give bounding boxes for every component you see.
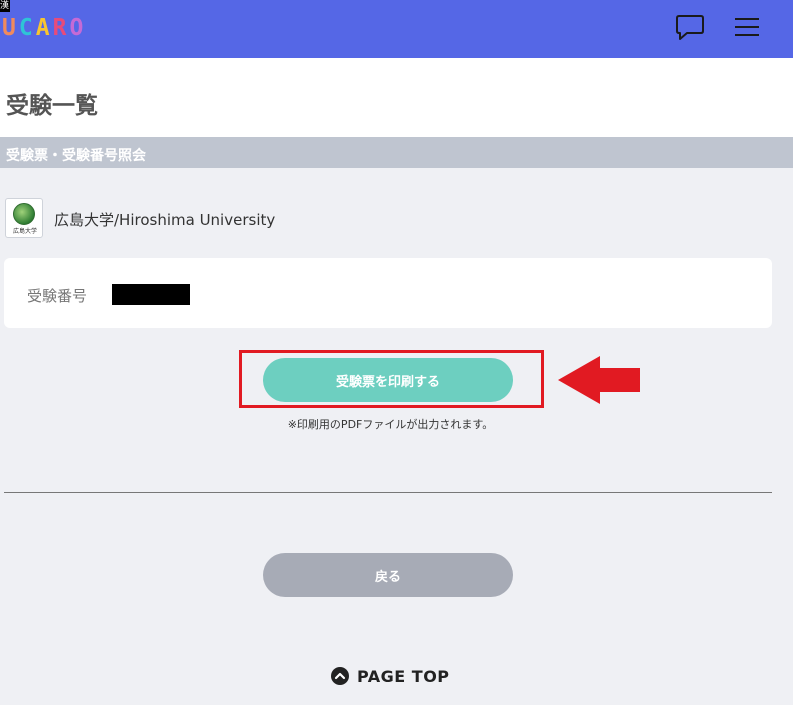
chat-icon[interactable] [674, 12, 706, 42]
page-top-label: PAGE TOP [357, 666, 450, 686]
red-arrow-icon [558, 356, 640, 404]
exam-number-value-redacted [112, 284, 190, 305]
back-button[interactable]: 戻る [263, 553, 513, 597]
divider [4, 492, 772, 493]
university-logo-caption: 広島大学 [12, 228, 37, 235]
university-emblem-icon [13, 203, 35, 225]
university-logo: 広島大学 [5, 198, 43, 238]
university-name: 広島大学/Hiroshima University [54, 211, 276, 229]
hamburger-menu-icon[interactable] [732, 14, 762, 40]
logo-letter: A [35, 15, 51, 41]
print-note: ※印刷用のPDFファイルが出力されます。 [0, 416, 793, 432]
app-header: 漢 UCARO [0, 0, 793, 58]
exam-number-card: 受験番号 [4, 258, 772, 328]
logo-letter: U [2, 15, 17, 41]
logo-letter: O [69, 15, 85, 41]
print-ticket-button[interactable]: 受験票を印刷する [263, 358, 513, 402]
page-title: 受験一覧 [6, 93, 98, 119]
page-top-link[interactable]: PAGE TOP [331, 665, 450, 687]
ucaro-logo[interactable]: UCARO [2, 16, 84, 40]
logo-letter: C [18, 15, 34, 41]
section-header: 受験票・受験番号照会 [0, 137, 793, 168]
title-bar: 受験一覧 [0, 58, 793, 137]
chevron-up-icon [331, 667, 349, 685]
corner-tag: 漢 [0, 0, 10, 12]
logo-letter: R [52, 15, 68, 41]
section-title: 受験票・受験番号照会 [6, 148, 146, 164]
exam-number-label: 受験番号 [27, 287, 88, 305]
print-note-text: ※印刷用のPDFファイルが出力されます。 [287, 418, 494, 431]
